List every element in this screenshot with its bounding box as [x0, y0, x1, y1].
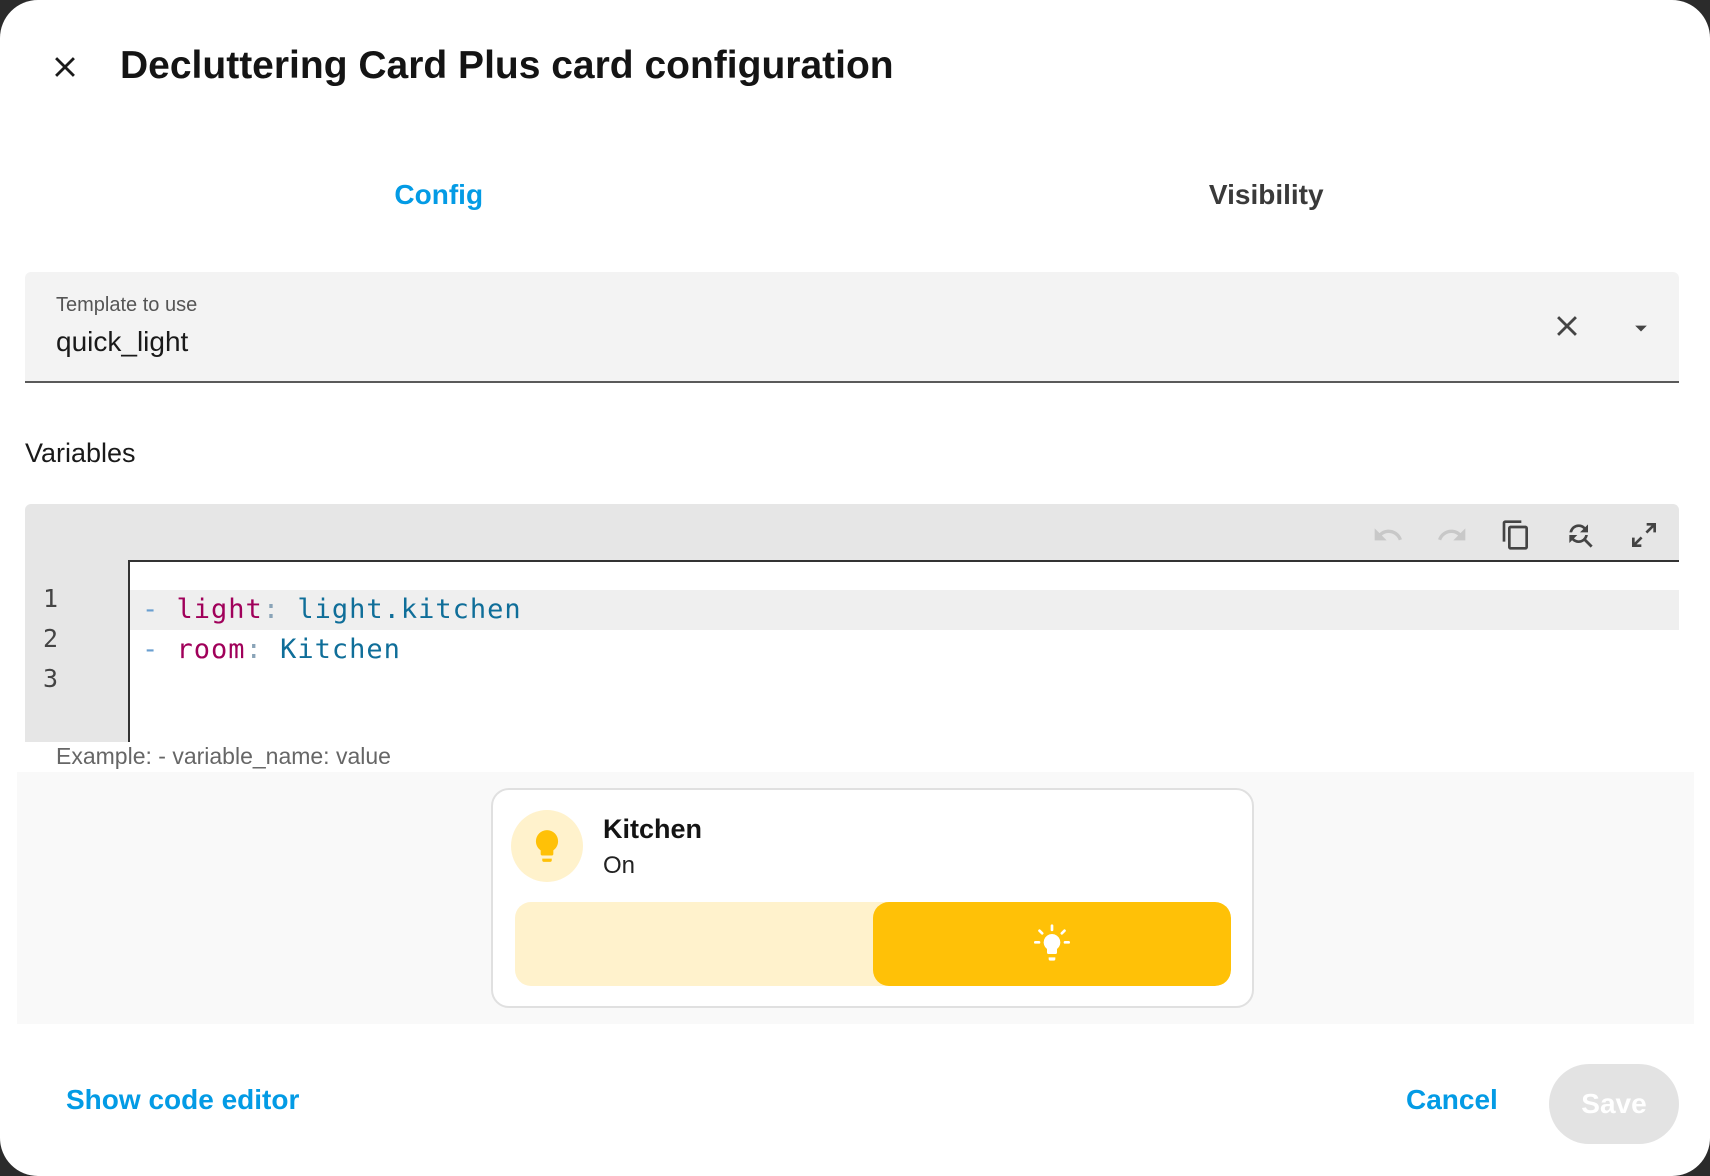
lightbulb-on-icon	[1034, 924, 1070, 961]
fullscreen-button[interactable]	[1621, 512, 1667, 558]
variables-helper-text: Example: - variable_name: value	[56, 743, 391, 769]
tile-state: On	[603, 852, 636, 879]
copy-button[interactable]	[1493, 512, 1539, 558]
undo-icon	[1374, 528, 1402, 541]
code-dash: -	[142, 594, 160, 625]
template-select[interactable]: Template to use quick_light	[25, 272, 1679, 383]
fullscreen-icon	[1632, 523, 1656, 547]
line-number-gutter: 1 2 3	[25, 560, 128, 742]
redo-icon	[1438, 528, 1466, 541]
tab-bar: Config Visibility	[25, 160, 1680, 230]
tile-icon-badge[interactable]	[511, 810, 583, 882]
close-icon	[55, 57, 75, 77]
card-config-dialog: Decluttering Card Plus card configuratio…	[0, 0, 1710, 1176]
code-line[interactable]: - room: Kitchen	[130, 630, 1679, 670]
template-dropdown-button[interactable]	[1623, 310, 1659, 346]
tile-name: Kitchen	[603, 814, 703, 844]
code-dash: -	[142, 634, 160, 665]
line-number: 2	[43, 624, 59, 653]
find-replace-button[interactable]	[1557, 512, 1603, 558]
code-line[interactable]	[130, 670, 1679, 710]
card-preview: Kitchen On	[17, 772, 1694, 1024]
find-replace-icon	[1569, 524, 1593, 548]
redo-button[interactable]	[1429, 512, 1475, 558]
clear-template-button[interactable]	[1545, 304, 1589, 348]
copy-icon	[1502, 520, 1528, 550]
code-value: Kitchen	[280, 634, 401, 665]
tab-visibility[interactable]: Visibility	[853, 160, 1681, 230]
tile-card[interactable]: Kitchen On	[491, 788, 1254, 1008]
close-icon	[1557, 316, 1577, 336]
dialog-title: Decluttering Card Plus card configuratio…	[120, 44, 894, 87]
save-button[interactable]: Save	[1549, 1064, 1679, 1144]
code-colon: :	[245, 634, 263, 665]
template-select-value[interactable]: quick_light	[56, 326, 188, 358]
show-code-editor-button[interactable]: Show code editor	[66, 1084, 299, 1116]
code-text-area[interactable]: - light: light.kitchen - room: Kitchen	[128, 560, 1679, 742]
code-line[interactable]: - light: light.kitchen	[130, 590, 1679, 630]
close-button[interactable]	[36, 38, 94, 96]
variables-label: Variables	[25, 438, 136, 468]
undo-button[interactable]	[1365, 512, 1411, 558]
code-key: light	[176, 594, 263, 625]
variables-code-editor[interactable]: 1 2 3 - light: light.kitchen - room: Kit…	[25, 504, 1679, 742]
code-key: room	[176, 634, 246, 665]
code-colon: :	[262, 594, 281, 625]
line-number: 3	[43, 664, 59, 693]
lightbulb-icon	[535, 830, 559, 862]
template-select-label: Template to use	[56, 294, 198, 316]
tab-config[interactable]: Config	[25, 160, 853, 230]
menu-down-icon	[1635, 325, 1647, 332]
cancel-button[interactable]: Cancel	[1406, 1084, 1498, 1116]
code-value: light.kitchen	[297, 594, 522, 625]
line-number: 1	[43, 584, 59, 613]
brightness-slider-fill	[873, 902, 1231, 986]
brightness-slider[interactable]	[515, 902, 1231, 986]
code-editor-toolbar	[1365, 512, 1679, 562]
